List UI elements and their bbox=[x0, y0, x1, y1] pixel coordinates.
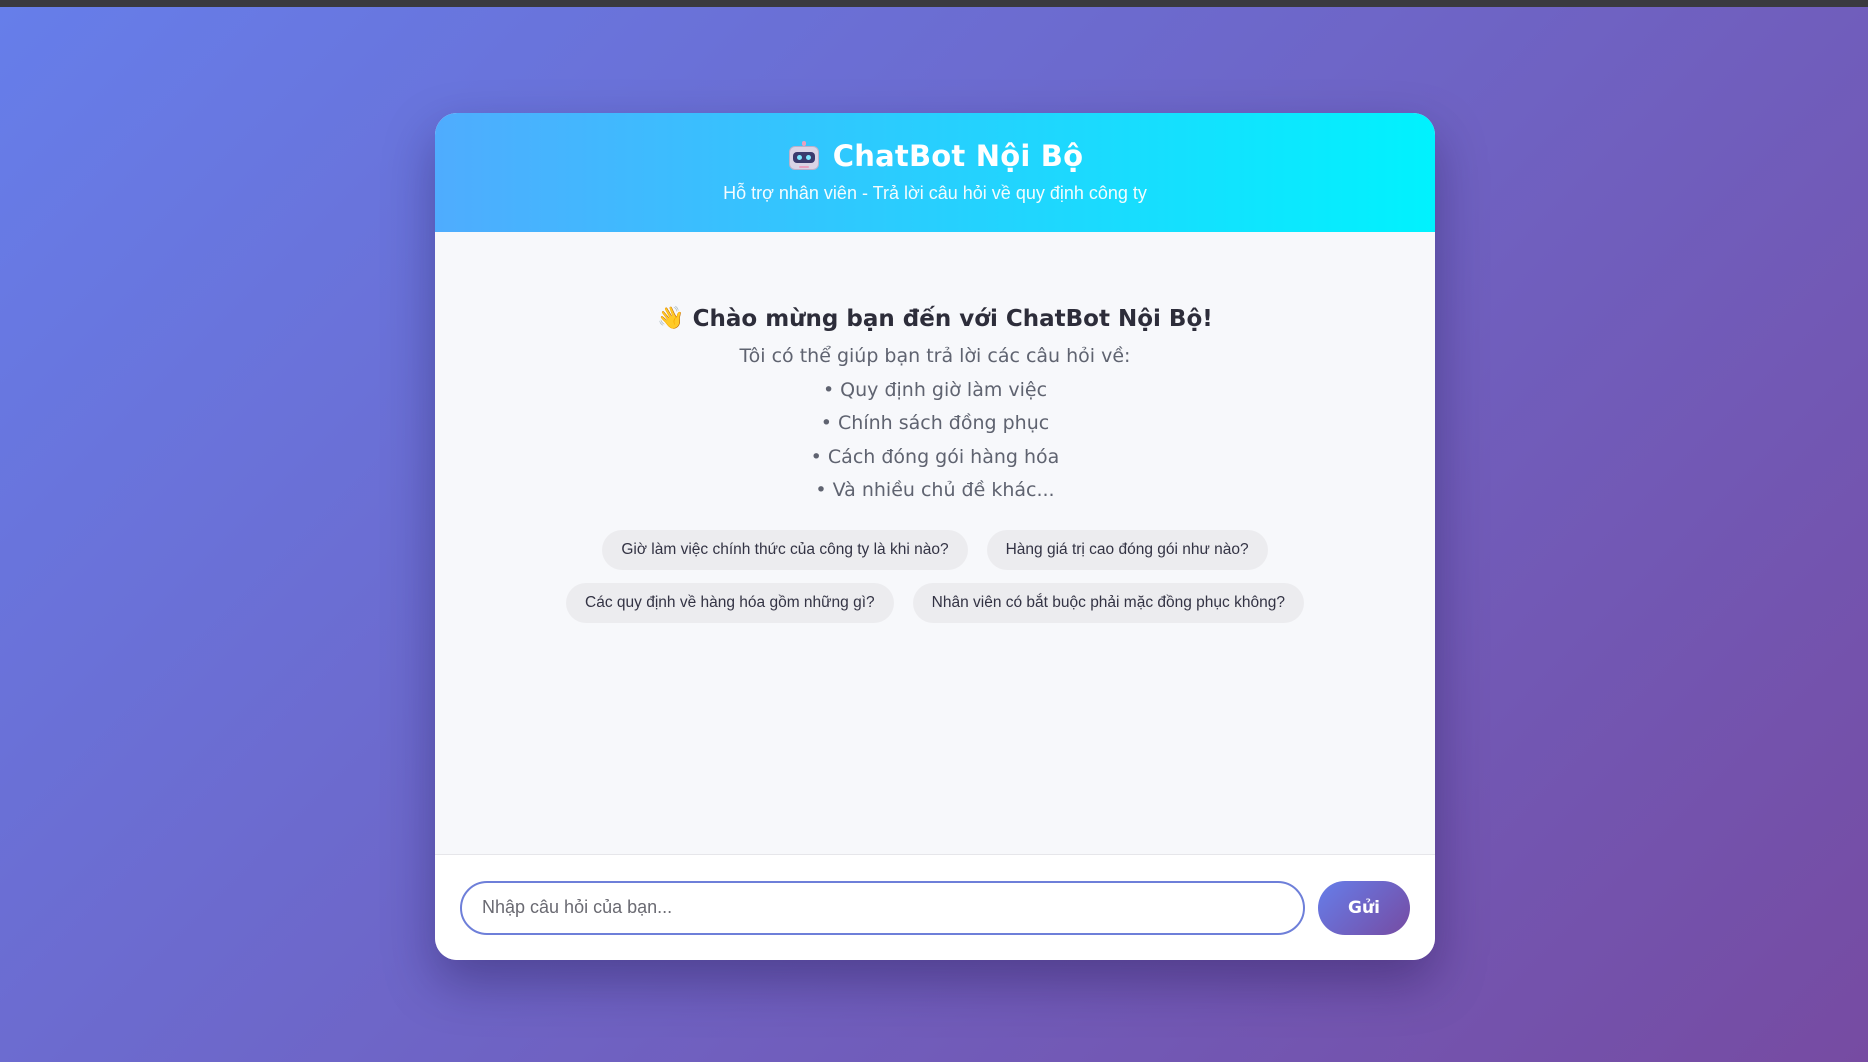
chat-header: ChatBot Nội Bộ Hỗ trợ nhân viên - Trả lờ… bbox=[435, 113, 1435, 232]
send-button[interactable]: Gửi bbox=[1318, 880, 1410, 935]
welcome-bullet-packaging: • Cách đóng gói hàng hóa bbox=[810, 445, 1060, 468]
welcome-title: Chào mừng bạn đến với ChatBot Nội Bộ! bbox=[692, 306, 1213, 332]
suggestion-high-value-packaging[interactable]: Hàng giá trị cao đóng gói như nào? bbox=[986, 529, 1268, 570]
welcome-bullet-working-hours: • Quy định giờ làm việc bbox=[822, 378, 1048, 401]
suggestion-working-hours[interactable]: Giờ làm việc chính thức của công ty là k… bbox=[602, 529, 968, 570]
suggestion-row: Các quy định về hàng hóa gồm những gì? N… bbox=[566, 582, 1304, 623]
header-subtitle: Hỗ trợ nhân viên - Trả lời câu hỏi về qu… bbox=[723, 183, 1147, 203]
welcome-heading: 👋 Chào mừng bạn đến với ChatBot Nội Bộ! bbox=[435, 306, 1435, 332]
chat-messages: 👋 Chào mừng bạn đến với ChatBot Nội Bộ! … bbox=[435, 232, 1435, 854]
chat-input-bar: Gửi bbox=[435, 854, 1435, 960]
suggested-questions: Giờ làm việc chính thức của công ty là k… bbox=[435, 529, 1435, 623]
header-title-row: ChatBot Nội Bộ bbox=[435, 139, 1435, 173]
welcome-bullet-other: • Và nhiều chủ đề khác... bbox=[815, 479, 1055, 501]
waving-hand-icon: 👋 bbox=[657, 306, 685, 331]
suggestion-row: Giờ làm việc chính thức của công ty là k… bbox=[602, 529, 1268, 570]
browser-top-strip bbox=[0, 0, 1868, 7]
suggestion-goods-rules[interactable]: Các quy định về hàng hóa gồm những gì? bbox=[566, 582, 894, 623]
robot-icon bbox=[787, 141, 821, 171]
message-input[interactable] bbox=[460, 880, 1305, 935]
header-title: ChatBot Nội Bộ bbox=[832, 139, 1084, 173]
welcome-bullet-uniform: • Chính sách đồng phục bbox=[820, 412, 1050, 434]
welcome-intro: Tôi có thể giúp bạn trả lời các câu hỏi … bbox=[739, 345, 1131, 367]
suggestion-uniform-required[interactable]: Nhân viên có bắt buộc phải mặc đồng phục… bbox=[912, 582, 1304, 623]
chat-container: ChatBot Nội Bộ Hỗ trợ nhân viên - Trả lờ… bbox=[435, 113, 1435, 960]
